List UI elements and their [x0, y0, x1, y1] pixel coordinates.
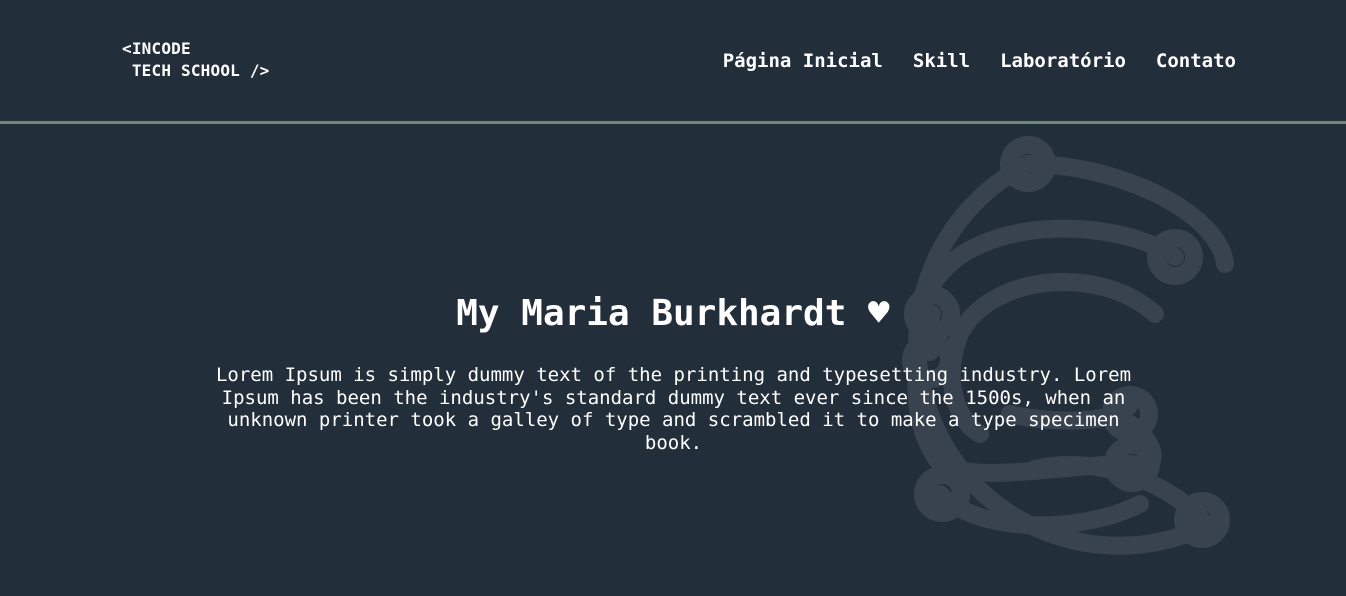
nav-link-contact[interactable]: Contato: [1156, 48, 1236, 74]
logo-line-1: <INCODE: [122, 39, 191, 58]
nav-link-home[interactable]: Página Inicial: [723, 48, 883, 74]
nav-link-skill[interactable]: Skill: [913, 48, 970, 74]
site-header: <INCODE TECH SCHOOL /> Página Inicial Sk…: [0, 0, 1346, 124]
nav-link-lab[interactable]: Laboratório: [1000, 48, 1126, 74]
logo[interactable]: <INCODE TECH SCHOOL />: [122, 38, 270, 82]
main-nav: Página Inicial Skill Laboratório Contato: [723, 48, 1236, 74]
hero-description: Lorem Ipsum is simply dummy text of the …: [215, 364, 1132, 454]
circuit-logo-graphic: [820, 124, 1260, 596]
hero-title: My Maria Burkhardt ♥: [456, 293, 890, 334]
logo-line-2: TECH SCHOOL />: [122, 61, 270, 80]
